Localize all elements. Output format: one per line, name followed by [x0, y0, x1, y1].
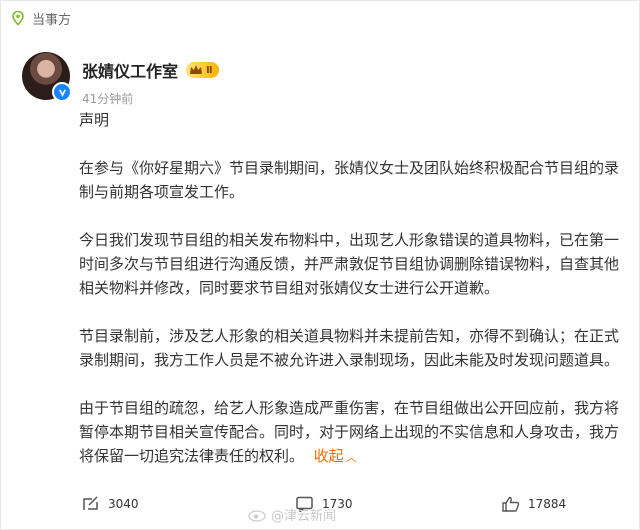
post-title: 声明 [79, 111, 110, 129]
repost-button[interactable]: 3040 [82, 496, 139, 512]
post-time[interactable]: 41分钟前 [82, 90, 219, 107]
post-paragraph-4: 由于节目组的疏忽，给艺人形象造成严重伤害，在节目组做出公开回应前，我方将暂停本期… [79, 396, 624, 470]
post-content: 声明 在参与《你好星期六》节目录制期间，张婧仪女士及团队始终积极配合节目组的录制… [79, 108, 624, 470]
topic-bar[interactable]: 当事方 [10, 8, 71, 28]
author-name[interactable]: 张婧仪工作室 [82, 58, 178, 82]
vip-badge[interactable]: Ⅱ [186, 62, 219, 78]
chevron-up-icon: ︿ [345, 451, 357, 464]
verified-badge-icon [52, 82, 72, 102]
like-count: 17884 [528, 497, 567, 511]
like-button[interactable]: 17884 [502, 496, 566, 512]
thumbs-up-icon [502, 496, 520, 512]
topic-label: 当事方 [32, 12, 72, 28]
watermark-text: @津云新闻 [271, 509, 337, 524]
repost-icon [83, 496, 98, 510]
collapse-label: 收起 [313, 447, 344, 465]
post-paragraph-3: 节目录制前，涉及艺人形象的相关道具物料并未提前告知，亦得不到确认；在正式录制期间… [79, 327, 620, 369]
crown-icon [190, 65, 203, 74]
author-info: 张婧仪工作室 Ⅱ 41分钟前 [82, 52, 219, 107]
vip-level: Ⅱ [206, 64, 213, 76]
author-header: 张婧仪工作室 Ⅱ 41分钟前 [22, 52, 219, 107]
watermark: @津云新闻 [248, 505, 336, 524]
avatar-container[interactable] [22, 52, 72, 102]
post-paragraph-2: 今日我们发现节目组的相关发布物料中，出现艺人形象错误的道具物料，已在第一时间多次… [79, 231, 620, 297]
collapse-button[interactable]: 收起 ︿ [314, 447, 357, 465]
repost-count: 3040 [108, 497, 139, 511]
weibo-logo-icon [248, 509, 266, 522]
post-paragraph-1: 在参与《你好星期六》节目录制期间，张婧仪女士及团队始终积极配合节目组的录制与前期… [79, 159, 620, 201]
location-pin-icon [12, 10, 24, 26]
